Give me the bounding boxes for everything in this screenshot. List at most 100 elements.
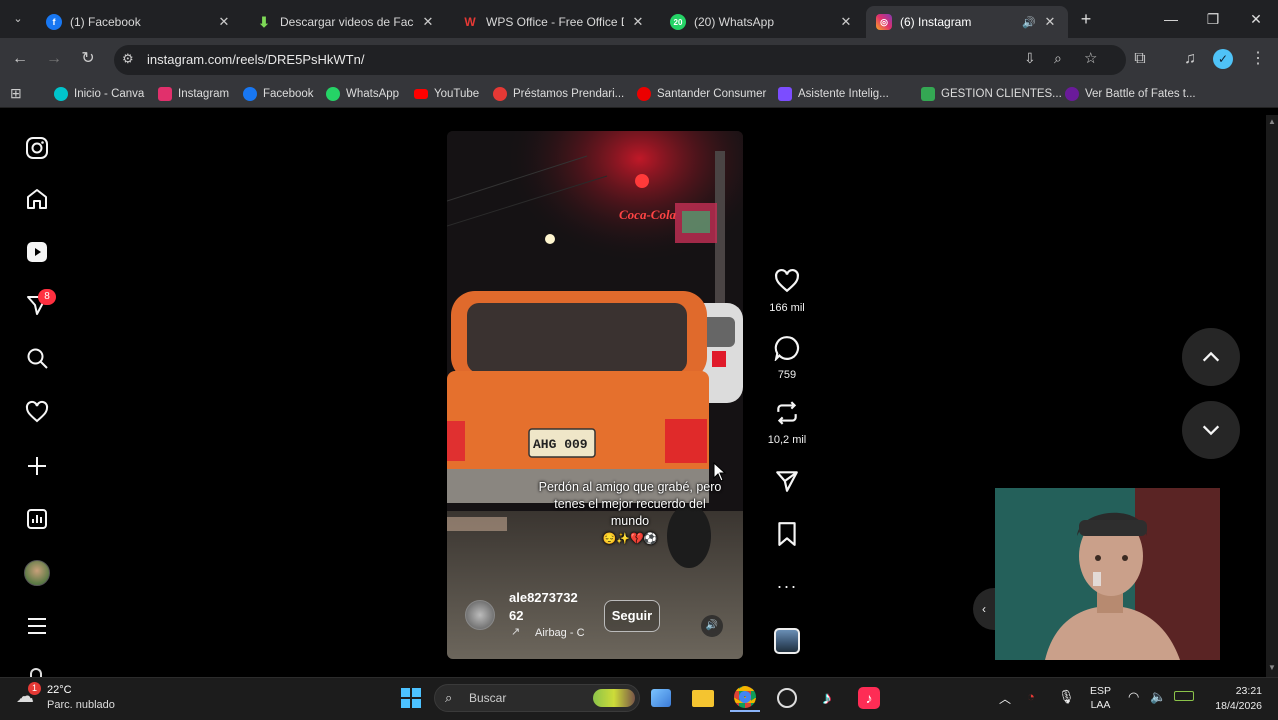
app-icon-speedometer[interactable]: [772, 684, 802, 712]
reels-icon[interactable]: [22, 237, 52, 267]
show-hidden-icons[interactable]: ︿: [999, 690, 1011, 707]
instagram-logo-icon[interactable]: [22, 133, 52, 163]
back-button[interactable]: ←: [8, 47, 32, 71]
apps-grid-icon[interactable]: ⊞: [10, 85, 22, 102]
extensions-icon[interactable]: ⧉: [1128, 47, 1152, 71]
language-indicator[interactable]: ESP LAA: [1090, 684, 1111, 712]
zoom-icon[interactable]: ⌕: [1054, 50, 1062, 67]
mute-toggle-icon[interactable]: 🔊: [701, 615, 723, 637]
reel-username[interactable]: ale8273732 62: [509, 589, 578, 625]
file-explorer-icon[interactable]: [688, 684, 718, 712]
wifi-icon[interactable]: ◠: [1128, 689, 1139, 705]
tab-search-button[interactable]: ⌄: [8, 9, 28, 29]
bookmark-santander[interactable]: Santander Consumer: [637, 85, 766, 103]
bookmark-icon[interactable]: [774, 521, 800, 547]
previous-reel-button[interactable]: [1182, 328, 1240, 386]
reel-video[interactable]: Coca-Cola AHG 009 Perdón al amigo que gr…: [447, 131, 743, 659]
url-text[interactable]: instagram.com/reels/DRE5PsHkWTn/: [147, 52, 364, 67]
close-icon[interactable]: ✕: [216, 14, 232, 30]
more-menu-icon[interactable]: [22, 611, 52, 641]
share-action[interactable]: [764, 468, 810, 499]
new-tab-button[interactable]: +: [1076, 9, 1096, 29]
tray-speed-icon[interactable]: ◔: [1027, 689, 1035, 704]
search-icon[interactable]: [22, 343, 52, 373]
bookmark-canva[interactable]: Inicio - Canva: [54, 85, 144, 103]
bookmark-battle-of-fates[interactable]: Ver Battle of Fates t...: [1065, 85, 1196, 103]
reel-author-avatar[interactable]: [465, 600, 495, 630]
tab-wps-office[interactable]: W WPS Office - Free Office Do ✕: [452, 6, 656, 38]
tab-descargar-videos[interactable]: ⬇ Descargar videos de Facebo ✕: [246, 6, 446, 38]
bookmark-facebook[interactable]: Facebook: [243, 85, 314, 103]
bookmark-label: Facebook: [263, 88, 314, 100]
save-action[interactable]: [764, 521, 810, 552]
profile-avatar-icon[interactable]: ✓: [1213, 49, 1233, 69]
bookmark-youtube[interactable]: YouTube: [414, 85, 479, 103]
microphone-icon[interactable]: 🎙: [1058, 689, 1075, 705]
weather-widget[interactable]: ☁ 1 22°C Parc. nublado: [16, 682, 136, 716]
reload-button[interactable]: ↻: [76, 47, 100, 71]
battery-icon[interactable]: [1174, 691, 1194, 701]
maximize-button[interactable]: ❐: [1200, 8, 1226, 30]
tab-instagram[interactable]: ◎ (6) Instagram 🔊 ✕: [866, 6, 1068, 38]
tiktok-icon[interactable]: ♪: [812, 684, 842, 712]
whatsapp-icon: 20: [670, 14, 686, 30]
task-view-icon[interactable]: [646, 684, 676, 712]
tiktok-studio-icon[interactable]: ♪: [854, 684, 884, 712]
repost-icon[interactable]: [774, 400, 800, 426]
also-from-meta-icon[interactable]: [30, 668, 42, 677]
page-scrollbar[interactable]: ▲ ▼: [1266, 115, 1278, 677]
media-control-icon[interactable]: ♫: [1178, 47, 1202, 71]
home-icon[interactable]: [22, 184, 52, 214]
volume-icon[interactable]: 🔈: [1150, 689, 1166, 705]
reel-audio-label[interactable]: Airbag - C: [535, 627, 585, 639]
menu-icon[interactable]: ⋮: [1246, 47, 1270, 71]
speaker-icon[interactable]: 🔊: [1022, 16, 1036, 29]
bookmark-asistente[interactable]: Asistente Intelig...: [778, 85, 889, 103]
bookmark-label: GESTION CLIENTES...: [941, 88, 1062, 100]
close-icon[interactable]: ✕: [420, 14, 436, 30]
dashboard-icon[interactable]: [22, 504, 52, 534]
more-options-icon[interactable]: ···: [764, 576, 810, 597]
start-button[interactable]: [396, 684, 426, 712]
bookmark-star-icon[interactable]: ☆: [1084, 49, 1097, 67]
audio-thumbnail[interactable]: [774, 628, 800, 654]
repost-action[interactable]: 10,2 mil: [764, 400, 810, 446]
assistant-icon: [778, 87, 792, 101]
bookmark-instagram[interactable]: Instagram: [158, 85, 229, 103]
like-action[interactable]: 166 mil: [764, 268, 810, 314]
install-app-icon[interactable]: ⇩: [1024, 50, 1036, 67]
scroll-up-arrow-icon[interactable]: ▲: [1268, 117, 1276, 126]
instagram-icon: ◎: [876, 14, 892, 30]
close-icon[interactable]: ✕: [630, 14, 646, 30]
follow-button[interactable]: Seguir: [604, 600, 660, 632]
close-icon[interactable]: ✕: [1042, 14, 1058, 30]
bookmark-gestion[interactable]: GESTION CLIENTES...: [921, 85, 1062, 103]
tab-whatsapp[interactable]: 20 (20) WhatsApp ✕: [660, 6, 864, 38]
bookmark-prestamos[interactable]: Préstamos Prendari...: [493, 85, 624, 103]
comment-icon[interactable]: [774, 335, 800, 363]
reel-username-line1: ale8273732: [509, 590, 578, 605]
minimize-button[interactable]: —: [1158, 8, 1184, 30]
language-bottom: LAA: [1090, 699, 1111, 711]
taskbar-search-box[interactable]: ⌕ Buscar: [434, 684, 640, 712]
next-reel-button[interactable]: [1182, 401, 1240, 459]
download-icon: ⬇: [258, 13, 270, 30]
bookmark-whatsapp[interactable]: WhatsApp: [326, 85, 399, 103]
create-plus-icon[interactable]: [22, 451, 52, 481]
tab-facebook[interactable]: f (1) Facebook ✕: [36, 6, 242, 38]
share-icon[interactable]: [774, 468, 800, 494]
close-icon[interactable]: ✕: [838, 14, 854, 30]
notification-badge: 8: [38, 289, 56, 305]
like-heart-icon[interactable]: [774, 268, 800, 294]
site-info-icon[interactable]: ⚙: [122, 51, 134, 67]
profile-avatar[interactable]: [24, 560, 50, 586]
forward-button[interactable]: →: [42, 47, 66, 71]
comment-action[interactable]: 759: [764, 335, 810, 381]
notifications-heart-icon[interactable]: [22, 397, 52, 427]
close-window-button[interactable]: ✕: [1243, 8, 1269, 30]
reel-caption: Perdón al amigo que grabé, pero tenes el…: [538, 480, 722, 528]
scroll-down-arrow-icon[interactable]: ▼: [1268, 663, 1276, 672]
reel-username-line2: 62: [509, 608, 524, 623]
clock[interactable]: 23:21 18/4/2026: [1208, 684, 1262, 714]
chrome-icon[interactable]: [730, 684, 760, 712]
